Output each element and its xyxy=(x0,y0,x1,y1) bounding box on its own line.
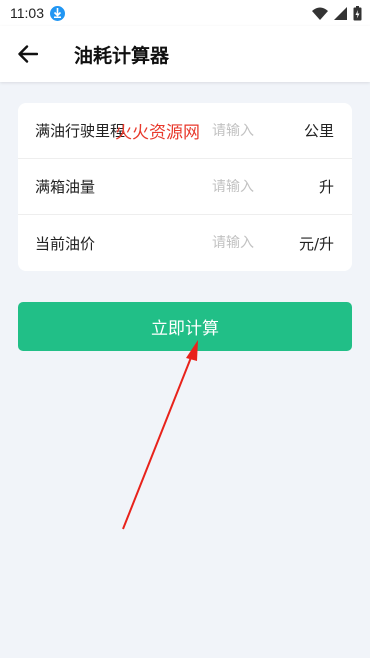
status-icons xyxy=(312,5,362,21)
form-row-tank: 满箱油量 升 xyxy=(18,159,352,215)
status-time: 11:03 xyxy=(10,5,44,21)
price-label: 当前油价 xyxy=(35,234,96,253)
battery-charging-icon xyxy=(353,5,362,20)
wifi-icon xyxy=(312,7,328,20)
tank-label: 满箱油量 xyxy=(35,178,96,196)
arrow-left-icon xyxy=(18,45,38,63)
tank-input[interactable] xyxy=(193,178,273,195)
app-bar: 油耗计算器 xyxy=(0,26,370,82)
back-button[interactable] xyxy=(0,26,56,82)
status-bar: 11:03 xyxy=(0,0,370,26)
form-row-price: 当前油价 元/升 xyxy=(18,215,352,271)
signal-icon xyxy=(334,6,347,20)
tank-unit: 升 xyxy=(318,178,334,196)
form-row-range: 满油行驶里程 公里 xyxy=(18,103,352,159)
page-title: 油耗计算器 xyxy=(74,44,170,67)
calculate-button[interactable]: 立即计算 xyxy=(18,302,352,351)
range-unit: 公里 xyxy=(303,122,334,140)
range-label: 满油行驶里程 xyxy=(35,122,126,140)
range-input[interactable] xyxy=(193,122,273,139)
download-icon xyxy=(50,5,65,21)
input-form-card: 满油行驶里程 公里 满箱油量 升 当前油价 元/升 xyxy=(18,103,352,271)
price-unit: 元/升 xyxy=(298,234,334,253)
price-input[interactable] xyxy=(193,235,273,251)
